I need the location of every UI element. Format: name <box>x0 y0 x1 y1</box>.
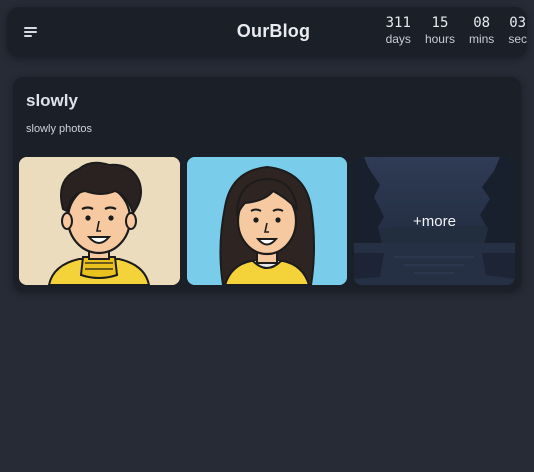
countdown-sec-label: sec <box>508 32 527 46</box>
site-title[interactable]: OurBlog <box>207 21 340 42</box>
countdown-days: 311 days <box>386 15 411 47</box>
countdown-sec-value: 03 <box>509 15 527 31</box>
album-card[interactable]: slowly slowly photos +more <box>13 77 521 291</box>
album-description: slowly photos <box>26 123 93 135</box>
countdown-hours-value: 15 <box>431 15 449 31</box>
countdown-mins-label: mins <box>468 32 495 46</box>
photo-thumbnail-landscape[interactable]: +more <box>354 157 515 285</box>
page: OurBlog 311 days 15 hours 08 mins 03 sec… <box>0 0 534 472</box>
countdown-hours-label: hours <box>424 32 455 46</box>
menu-icon[interactable] <box>24 25 40 39</box>
countdown-sec: 03 sec <box>508 15 527 47</box>
countdown-days-label: days <box>385 32 411 46</box>
top-bar: OurBlog 311 days 15 hours 08 mins 03 sec <box>7 7 527 57</box>
countdown: 311 days 15 hours 08 mins 03 sec <box>372 15 527 47</box>
photo-strip: +more <box>19 157 515 285</box>
countdown-mins: 08 mins <box>469 15 494 47</box>
more-photos-overlay[interactable]: +more <box>354 157 515 285</box>
photo-thumbnail-boy-avatar[interactable] <box>19 157 180 285</box>
boy-avatar-image <box>19 157 180 285</box>
album-title[interactable]: slowly <box>26 91 78 111</box>
countdown-mins-value: 08 <box>473 15 491 31</box>
girl-avatar-image <box>187 157 347 285</box>
countdown-hours: 15 hours <box>425 15 455 47</box>
photo-thumbnail-girl-avatar[interactable] <box>187 157 347 285</box>
countdown-days-value: 311 <box>385 15 411 31</box>
